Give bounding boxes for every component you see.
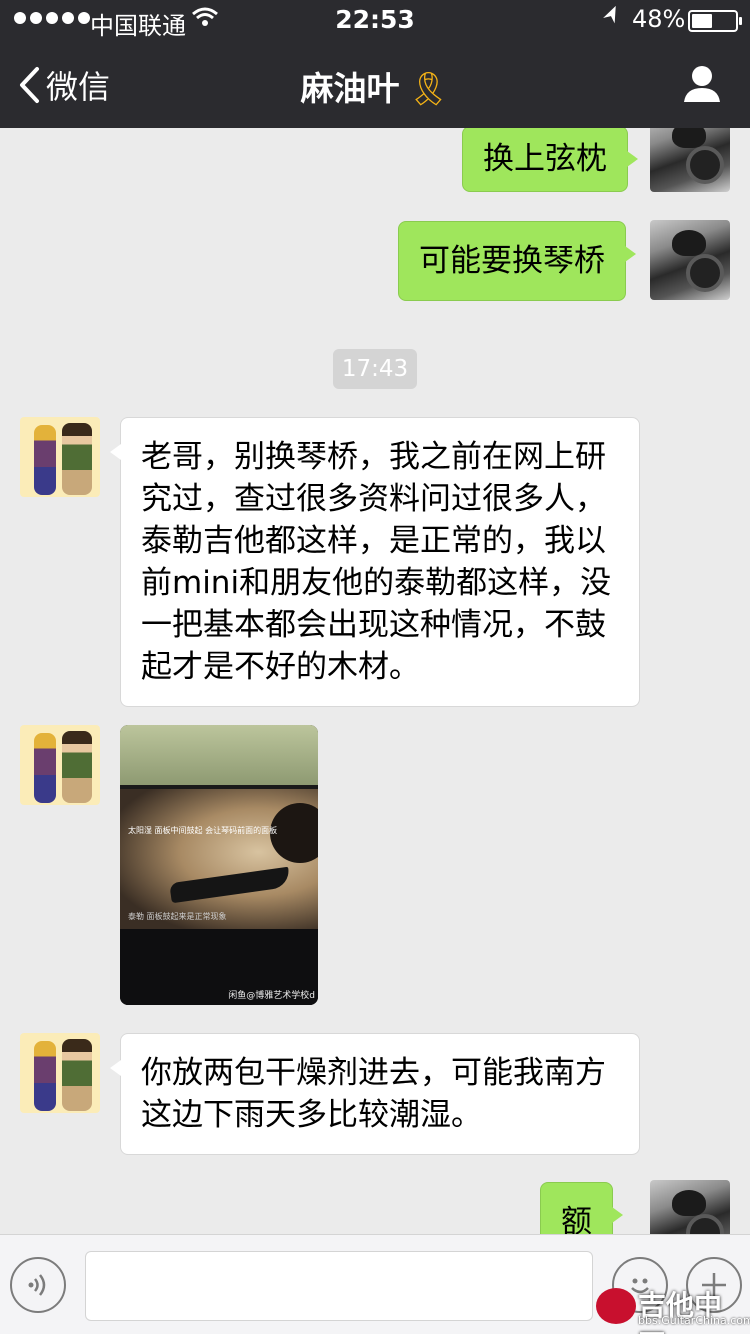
- battery-fill: [692, 14, 712, 28]
- my-avatar[interactable]: [650, 1180, 730, 1234]
- friend-avatar[interactable]: [20, 1033, 100, 1113]
- image-message[interactable]: 太阳湿 面板中间鼓起 会让琴码前面的面板 泰勒 面板鼓起来是正常现象 闲鱼@博雅…: [120, 725, 318, 1005]
- status-bar: 中国联通 22:53 48%: [0, 0, 750, 40]
- outgoing-message-bubble[interactable]: 额: [540, 1182, 623, 1234]
- outgoing-message-bubble[interactable]: 换上弦枕: [462, 128, 638, 192]
- site-logo-icon: [596, 1288, 636, 1324]
- message-text: 换上弦枕: [483, 141, 607, 177]
- message-text: 额: [561, 1204, 592, 1234]
- chat-info-button[interactable]: [682, 64, 722, 108]
- message-text: 你放两包干燥剂进去，可能我南方这边下雨天多比较潮湿。: [141, 1055, 606, 1133]
- my-avatar[interactable]: [650, 128, 730, 192]
- battery-icon: [688, 10, 742, 32]
- friend-avatar[interactable]: [20, 725, 100, 805]
- battery-percent: 48%: [632, 5, 686, 33]
- site-watermark-url: bbs.GuitarChina.com: [638, 1314, 750, 1327]
- message-text: 老哥，别换琴桥，我之前在网上研究过，查过很多资料问过很多人，泰勒吉他都这样，是正…: [141, 439, 612, 685]
- my-avatar[interactable]: [650, 220, 730, 300]
- incoming-message-bubble[interactable]: 你放两包干燥剂进去，可能我南方这边下雨天多比较潮湿。: [110, 1033, 640, 1155]
- chat-title: 麻油叶 🎗: [0, 62, 750, 110]
- navigation-header: 中国联通 22:53 48% 微信 麻油叶 🎗: [0, 0, 750, 128]
- message-input[interactable]: [85, 1251, 593, 1321]
- person-icon: [684, 66, 720, 102]
- image-watermark: 闲鱼@博雅艺术学校d: [228, 991, 315, 1001]
- ribbon-emoji: 🎗: [407, 69, 450, 108]
- voice-button[interactable]: [10, 1257, 66, 1313]
- message-list[interactable]: 换上弦枕 可能要换琴桥 17:43 老哥，别换琴桥，我之前在网上研究过，查过很多…: [0, 128, 750, 1234]
- message-text: 可能要换琴桥: [419, 243, 605, 279]
- friend-avatar[interactable]: [20, 417, 100, 497]
- outgoing-message-bubble[interactable]: 可能要换琴桥: [398, 221, 636, 301]
- image-caption-bottom: 泰勒 面板鼓起来是正常现象: [128, 912, 227, 921]
- chat-title-name: 麻油叶: [300, 69, 400, 108]
- time-divider: 17:43: [333, 349, 417, 389]
- image-caption-top: 太阳湿 面板中间鼓起 会让琴码前面的面板: [128, 826, 278, 835]
- site-watermark: 吉他中国 bbs.GuitarChina.com: [596, 1284, 750, 1334]
- voice-icon: [28, 1274, 46, 1296]
- incoming-message-bubble[interactable]: 老哥，别换琴桥，我之前在网上研究过，查过很多资料问过很多人，泰勒吉他都这样，是正…: [110, 417, 640, 707]
